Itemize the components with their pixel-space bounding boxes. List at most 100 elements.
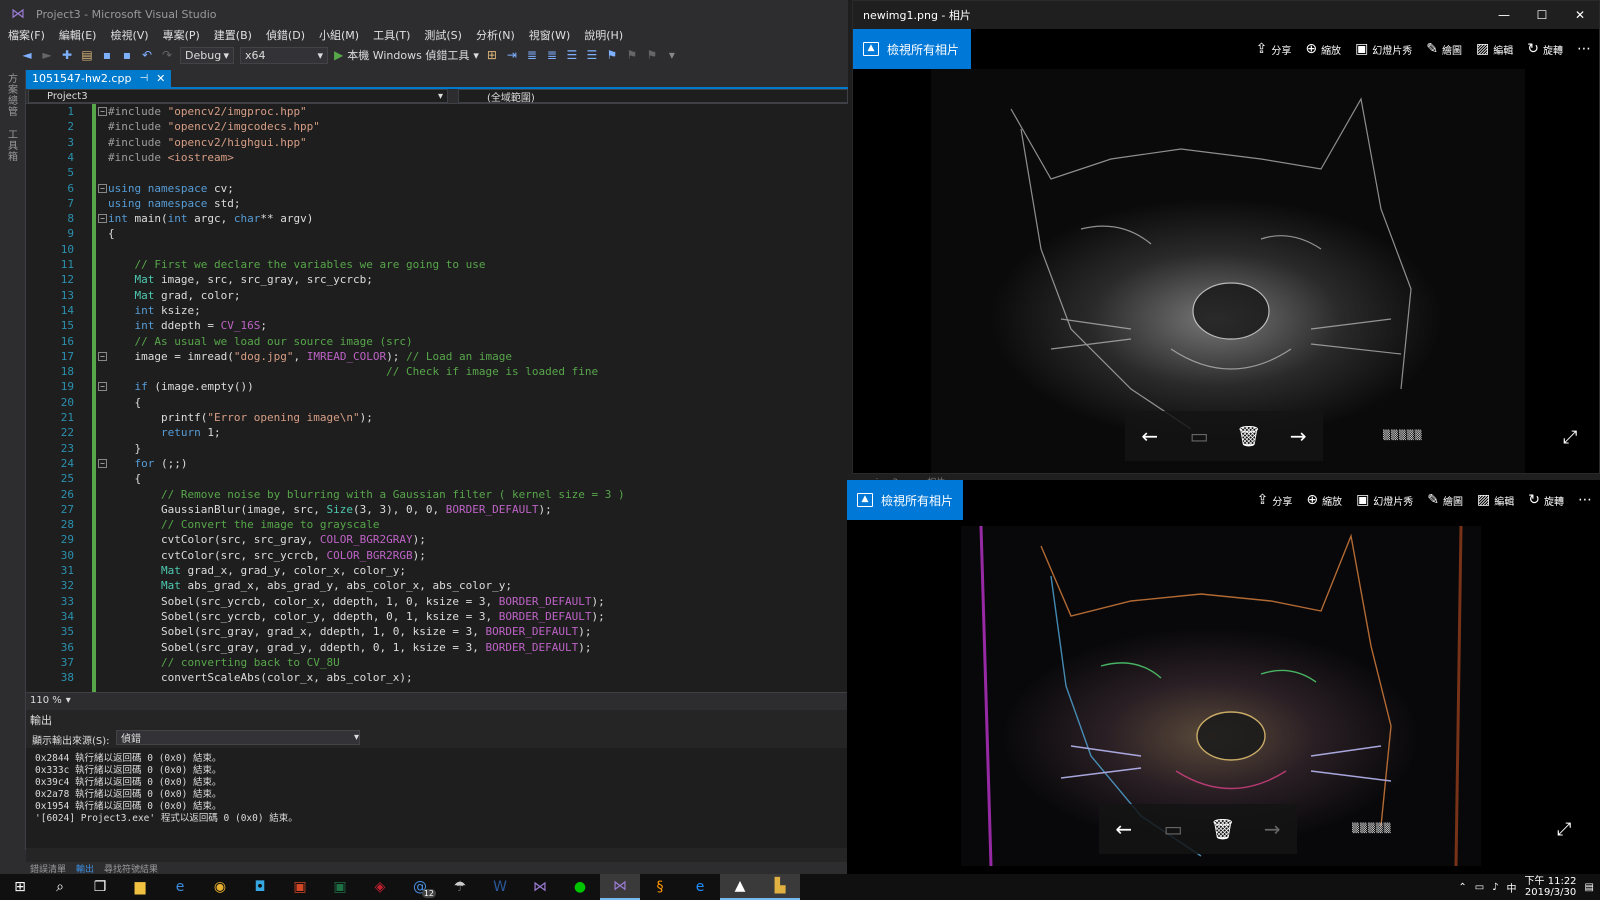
photos-app-icon[interactable]: ▲ xyxy=(720,874,760,900)
save-all-icon[interactable]: ▪ xyxy=(120,48,134,62)
share-button[interactable]: ⇪ 分享 xyxy=(1257,492,1293,508)
store-icon[interactable]: ◘ xyxy=(240,874,280,900)
draw-button[interactable]: ✎ 繪圖 xyxy=(1426,41,1462,57)
code-line[interactable]: 16 // As usual we load our source image … xyxy=(26,334,848,349)
comment-icon[interactable]: ☰ xyxy=(565,48,579,62)
code-line[interactable]: 17 − image = imread("dog.jpg", IMREAD_COL… xyxy=(26,349,848,364)
attach-icon[interactable]: ⊞ xyxy=(485,48,499,62)
code-line[interactable]: 21 printf("Error opening image\n"); xyxy=(26,410,848,425)
code-line[interactable]: 34 Sobel(src_ycrcb, color_y, ddepth, 0, … xyxy=(26,609,848,624)
tab-find-symbol-results[interactable]: 尋找符號結果 xyxy=(104,862,158,875)
zoom-level[interactable]: 110 % xyxy=(30,695,62,706)
code-line[interactable]: 20 { xyxy=(26,395,848,410)
code-line[interactable]: 31 Mat grad_x, grad_y, color_x, color_y; xyxy=(26,563,848,578)
minimize-icon[interactable]: — xyxy=(1485,1,1523,29)
output-source-select[interactable]: 偵錯 ▾ xyxy=(116,730,360,745)
ie-icon[interactable]: e xyxy=(680,874,720,900)
config-select[interactable]: Debug ▾ xyxy=(180,46,234,64)
code-line[interactable]: 6 − using namespace cv; xyxy=(26,181,848,196)
clock[interactable]: 下午 11:22 2019/3/30 xyxy=(1525,876,1577,898)
app-gray-icon[interactable]: ☂ xyxy=(440,874,480,900)
zoom-button[interactable]: ⊕ 縮放 xyxy=(1305,41,1341,57)
code-line[interactable]: 22 return 1; xyxy=(26,425,848,440)
powerpoint-icon[interactable]: ▣ xyxy=(280,874,320,900)
code-line[interactable]: 29 cvtColor(src, src_gray, COLOR_BGR2GRA… xyxy=(26,532,848,547)
visual-studio-icon[interactable]: ⋈ xyxy=(600,874,640,900)
app-red-icon[interactable]: ◈ xyxy=(360,874,400,900)
code-line[interactable]: 33 Sobel(src_ycrcb, color_x, ddepth, 1, … xyxy=(26,594,848,609)
menu-test[interactable]: 測試(S) xyxy=(424,27,462,43)
code-line[interactable]: 12 Mat image, src, src_gray, src_ycrcb; xyxy=(26,272,848,287)
code-line[interactable]: 7 using namespace std; xyxy=(26,196,848,211)
task-view-icon[interactable]: ❐ xyxy=(80,874,120,900)
code-editor[interactable]: 1− #include "opencv2/imgproc.hpp" 2 #includ… xyxy=(26,104,848,692)
fullscreen-icon[interactable]: ⤢ xyxy=(1563,427,1577,448)
code-line[interactable]: 3 #include "opencv2/highgui.hpp" xyxy=(26,135,848,150)
edge-browser-icon[interactable]: e xyxy=(160,874,200,900)
fold-toggle-icon[interactable]: − xyxy=(98,351,107,361)
search-icon[interactable]: ⌕ xyxy=(40,874,80,900)
menu-team[interactable]: 小組(M) xyxy=(319,27,359,43)
document-tab[interactable]: 1051547-hw2.cpp ⊣ ✕ xyxy=(26,70,172,87)
platform-select[interactable]: x64 ▾ xyxy=(240,46,328,64)
visual-studio-code-icon[interactable]: ⋈ xyxy=(520,874,560,900)
rotate-button[interactable]: ↻ 旋轉 xyxy=(1528,492,1564,508)
code-line[interactable]: 35 Sobel(src_gray, grad_x, ddepth, 1, 0,… xyxy=(26,624,848,639)
new-project-icon[interactable]: ✚ xyxy=(60,48,74,62)
code-line[interactable]: 37 // converting back to CV_8U xyxy=(26,655,848,670)
more-options-button[interactable]: ⋯ xyxy=(1578,492,1592,508)
line-icon[interactable]: ● xyxy=(560,874,600,900)
code-line[interactable]: 1 − #include "opencv2/imgproc.hpp" xyxy=(26,104,848,119)
code-line[interactable]: 5 xyxy=(26,165,848,180)
code-line[interactable]: 28 // Convert the image to grayscale xyxy=(26,517,848,532)
step-icon[interactable]: ⇥ xyxy=(505,48,519,62)
menu-build[interactable]: 建置(B) xyxy=(214,27,252,43)
share-button[interactable]: ⇪ 分享 xyxy=(1256,41,1292,57)
rotate-button[interactable]: ↻ 旋轉 xyxy=(1527,41,1563,57)
code-line[interactable]: 13 Mat grad, color; xyxy=(26,288,848,303)
code-line[interactable]: 38 convertScaleAbs(color_x, abs_color_x)… xyxy=(26,670,848,685)
code-line[interactable]: 36 Sobel(src_gray, grad_y, ddepth, 0, 1,… xyxy=(26,640,848,655)
code-line[interactable]: 19 − if (image.empty()) xyxy=(26,379,848,394)
indent-icon[interactable]: ≣ xyxy=(525,48,539,62)
menu-help[interactable]: 說明(H) xyxy=(584,27,623,43)
prev-bookmark-icon[interactable]: ⚑ xyxy=(625,48,639,62)
more-options-button[interactable]: ⋯ xyxy=(1577,41,1591,57)
network-icon[interactable]: ▭ xyxy=(1475,882,1484,893)
save-icon[interactable]: ▪ xyxy=(100,48,114,62)
code-line[interactable]: 30 cvtColor(src, src_ycrcb, COLOR_BGR2RG… xyxy=(26,548,848,563)
previous-arrow-icon[interactable]: ← xyxy=(1100,817,1148,841)
bookmark-icon[interactable]: ⚑ xyxy=(605,48,619,62)
project-dropdown[interactable]: Project3 ▾ xyxy=(28,89,448,103)
film-strip-icon[interactable]: ▭ xyxy=(1149,817,1197,841)
previous-arrow-icon[interactable]: ← xyxy=(1126,424,1174,448)
code-line[interactable]: 2 #include "opencv2/imgcodecs.hpp" xyxy=(26,119,848,134)
uncomment-icon[interactable]: ☰ xyxy=(585,48,599,62)
view-all-photos-button[interactable]: ▲ 檢視所有相片 xyxy=(847,480,963,520)
next-arrow-icon[interactable]: → xyxy=(1274,424,1322,448)
open-file-icon[interactable]: ▤ xyxy=(80,48,94,62)
fold-toggle-icon[interactable]: − xyxy=(98,107,107,116)
fold-toggle-icon[interactable]: − xyxy=(98,458,107,468)
word-icon[interactable]: W xyxy=(480,874,520,900)
delete-icon[interactable]: 🗑 xyxy=(1199,817,1247,841)
zoom-button[interactable]: ⊕ 縮放 xyxy=(1306,492,1342,508)
pin-icon[interactable]: ⊣ xyxy=(139,73,148,84)
output-text[interactable]: 0x2844 執行緒以返回碼 0 (0x0) 結束。 0x333c 執行緒以返回… xyxy=(26,748,848,848)
start-debugging-button[interactable]: ▶ 本機 Windows 偵錯工具 ▾ xyxy=(334,47,479,63)
volume-icon[interactable]: ♪ xyxy=(1492,882,1498,893)
windows-start-icon[interactable]: ⊞ xyxy=(0,874,40,900)
solution-explorer-tab[interactable]: 方案總管 xyxy=(8,74,18,118)
code-line[interactable]: 32 Mat abs_grad_x, abs_grad_y, abs_color… xyxy=(26,578,848,593)
ime-indicator[interactable]: 中 xyxy=(1507,880,1517,895)
toolbar-overflow-icon[interactable]: ▾ xyxy=(665,48,679,62)
draw-button[interactable]: ✎ 繪圖 xyxy=(1427,492,1463,508)
edit-button[interactable]: ▨ 編輯 xyxy=(1477,492,1514,508)
edit-button[interactable]: ▨ 編輯 xyxy=(1476,41,1513,57)
fold-toggle-icon[interactable]: − xyxy=(98,183,107,193)
menu-file[interactable]: 檔案(F) xyxy=(8,27,45,43)
forward-icon[interactable]: ► xyxy=(40,48,54,62)
menu-tools[interactable]: 工具(T) xyxy=(373,27,410,43)
code-line[interactable]: 15 int ddepth = CV_16S; xyxy=(26,318,848,333)
code-line[interactable]: 26 // Remove noise by blurring with a Ga… xyxy=(26,487,848,502)
